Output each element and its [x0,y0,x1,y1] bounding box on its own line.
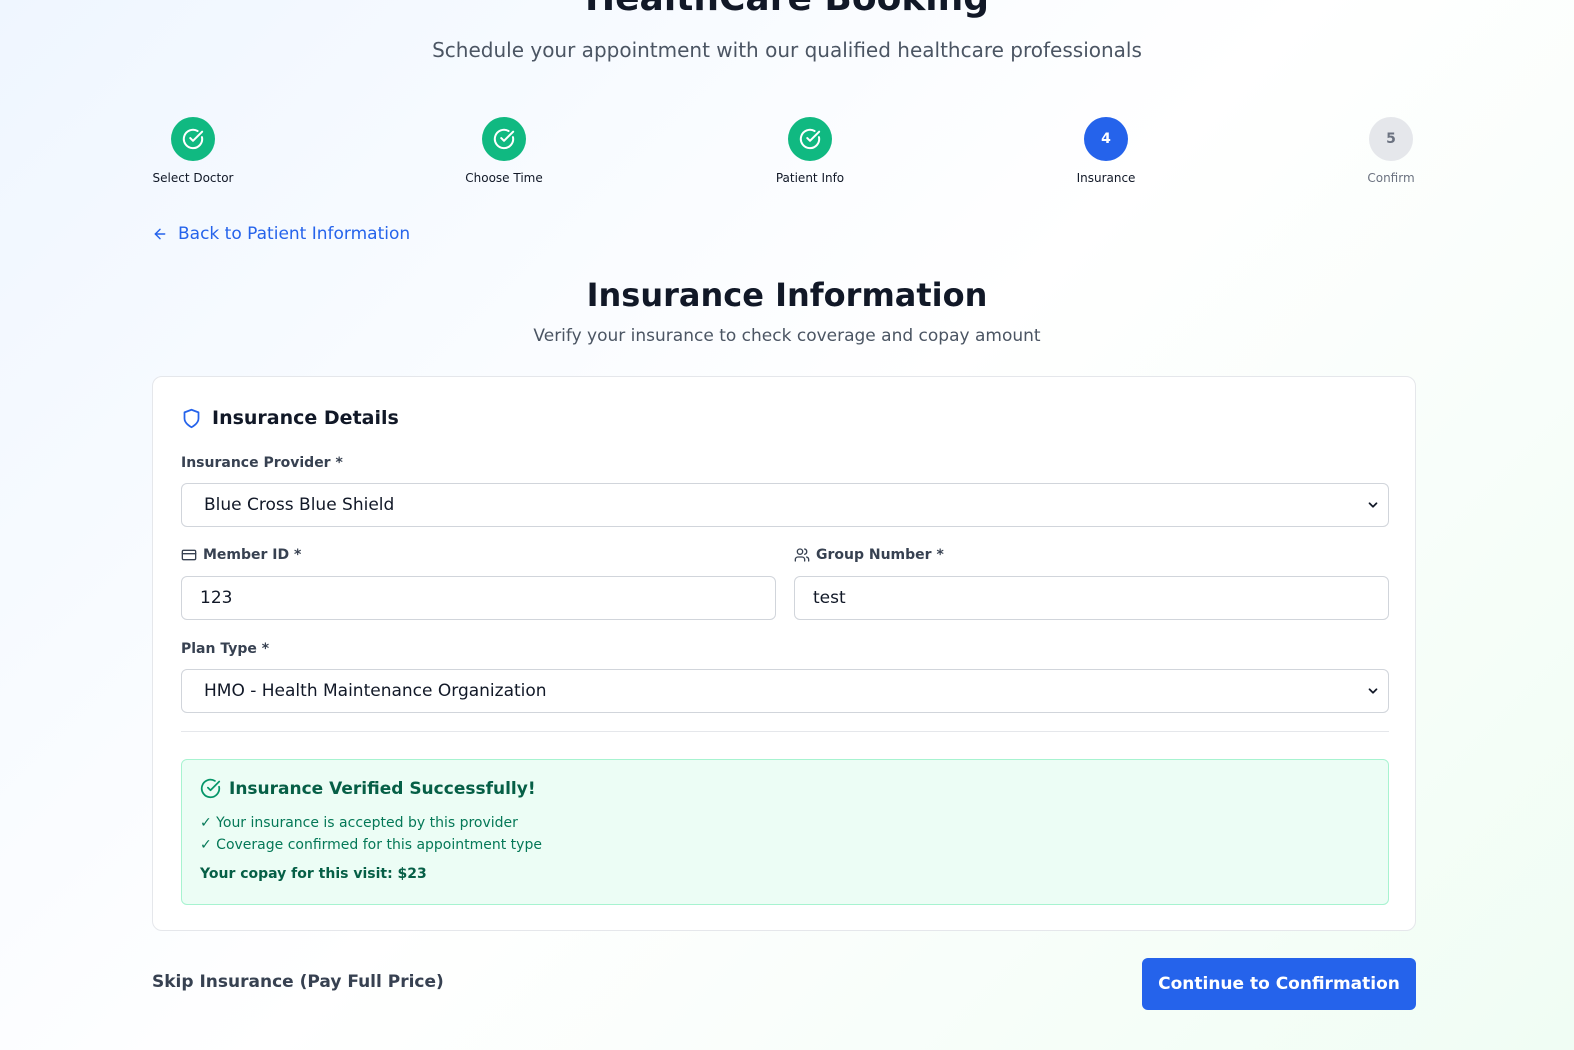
step-insurance: 4 Insurance [1026,117,1186,185]
group-number-label-row: Group Number * [794,547,944,563]
check-circle-icon [799,128,821,150]
plan-type-value: HMO - Health Maintenance Organization [204,681,547,701]
group-number-input[interactable]: test [794,576,1389,620]
credit-card-icon [181,549,197,561]
continue-to-confirmation-button[interactable]: Continue to Confirmation [1142,958,1416,1010]
copay-text: Your copay for this visit: $23 [200,866,427,882]
verification-line: ✓ Your insurance is accepted by this pro… [200,815,518,831]
card-header: Insurance Details [181,407,399,429]
page-subtitle: Schedule your appointment with our quali… [432,38,1142,62]
plan-type-select[interactable]: HMO - Health Maintenance Organization [181,669,1389,713]
verification-title-row: Insurance Verified Successfully! [200,778,536,799]
verification-title: Insurance Verified Successfully! [229,778,536,799]
chevron-down-icon [1368,688,1378,694]
member-id-label: Member ID * [203,547,302,563]
member-id-value: 123 [200,588,233,608]
shield-icon [183,408,200,428]
card-title: Insurance Details [212,407,399,429]
step-patient-info: Patient Info [730,117,890,185]
arrow-left-icon [154,228,166,240]
member-id-label-row: Member ID * [181,547,301,563]
step-label: Choose Time [465,171,543,185]
provider-label: Insurance Provider * [181,455,343,471]
users-icon [794,548,810,562]
chevron-down-icon [1368,502,1378,508]
verification-banner: Insurance Verified Successfully! ✓ Your … [181,759,1389,905]
back-link[interactable]: Back to Patient Information [152,224,410,244]
member-id-input[interactable]: 123 [181,576,776,620]
step-label: Select Doctor [152,171,234,185]
step-number: 5 [1369,117,1413,161]
section-subtitle: Verify your insurance to check coverage … [533,326,1041,346]
check-circle-icon [493,128,515,150]
check-circle-icon [200,778,221,799]
step-choose-time: Choose Time [424,117,584,185]
step-done-circle [788,117,832,161]
step-label: Confirm [1367,171,1415,185]
step-done-circle [171,117,215,161]
step-label: Insurance [1076,171,1136,185]
step-done-circle [482,117,526,161]
group-number-value: test [813,588,846,608]
verification-line: ✓ Coverage confirmed for this appointmen… [200,837,542,853]
step-number: 4 [1084,117,1128,161]
step-confirm: 5 Confirm [1311,117,1471,185]
back-link-label: Back to Patient Information [178,224,411,244]
plan-type-label: Plan Type * [181,641,270,657]
check-circle-icon [182,128,204,150]
skip-insurance-button[interactable]: Skip Insurance (Pay Full Price) [152,972,444,992]
insurance-provider-value: Blue Cross Blue Shield [204,495,395,515]
insurance-details-card: Insurance Details Insurance Provider * B… [152,376,1416,931]
step-select-doctor: Select Doctor [113,117,273,185]
group-number-label: Group Number * [816,547,944,563]
step-label: Patient Info [775,171,845,185]
insurance-provider-select[interactable]: Blue Cross Blue Shield [181,483,1389,527]
page-title: HealthCare Booking [0,0,1574,19]
section-title: Insurance Information [586,276,988,314]
divider [181,731,1389,732]
